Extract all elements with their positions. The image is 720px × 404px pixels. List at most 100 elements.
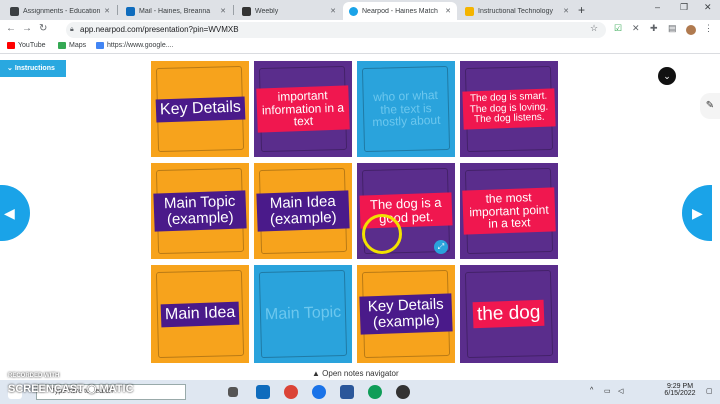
notification-icon[interactable]: ▢ — [706, 387, 713, 395]
clock[interactable]: 9:29 PM 6/15/2022 — [660, 383, 700, 397]
address-bar[interactable]: 🔒︎ app.nearpod.com/presentation?pin=WVMX… — [66, 22, 606, 38]
tab-separator — [233, 5, 234, 15]
clock-time: 9:29 PM — [666, 383, 694, 390]
weebly-favicon-icon — [242, 6, 251, 16]
outlook-favicon-icon — [126, 6, 135, 16]
tab-instructional-technology[interactable]: Instructional Technology ✕ — [459, 2, 575, 20]
match-card[interactable]: the most important point in a text — [460, 163, 558, 259]
next-arrow-icon[interactable]: ▶ — [682, 185, 712, 241]
maximize-button[interactable]: ❐ — [680, 2, 688, 13]
match-card[interactable]: Key Details (example) — [357, 265, 455, 363]
card-label: Main Idea — [160, 301, 240, 327]
match-card[interactable]: the dog — [460, 265, 558, 363]
lock-icon: 🔒︎ — [70, 26, 74, 33]
edge-icon[interactable] — [312, 385, 326, 399]
volume-icon[interactable]: ◁ — [618, 387, 623, 395]
expand-icon[interactable]: ⤢ — [434, 240, 448, 254]
minimize-button[interactable]: – — [655, 2, 660, 12]
assignments-favicon-icon — [10, 6, 19, 16]
card-label: Main Topic — [264, 303, 342, 323]
open-notes-navigator[interactable]: ▲ Open notes navigator — [312, 369, 399, 378]
card-label: Main Topic (example) — [153, 190, 247, 232]
instructions-button[interactable]: ⌄ Instructions — [0, 60, 66, 77]
cursor-highlight-circle — [362, 214, 402, 254]
tab-label: Assignments - Education — [23, 7, 101, 15]
card-label: Key Details (example) — [359, 293, 453, 335]
task-view-icon[interactable] — [228, 387, 238, 397]
match-card[interactable]: Main Idea (example) — [254, 163, 352, 259]
close-tab-icon[interactable]: ✕ — [330, 7, 336, 15]
edit-side-icon[interactable]: ✎ — [700, 93, 720, 119]
screencast-watermark: RECORDED WITH SCREENCAST ◉ MATIC — [8, 373, 134, 397]
maps-pin-icon — [58, 42, 66, 49]
match-card[interactable]: Main Topic (example) — [151, 163, 249, 259]
tab-mail[interactable]: Mail - Haines, Breanna ✕ — [120, 2, 232, 20]
tab-label: Weebly — [255, 7, 279, 15]
chrome-menu-icon[interactable]: ⋮ — [704, 23, 713, 34]
extension-check-icon[interactable]: ☑ — [614, 23, 622, 34]
close-tab-icon[interactable]: ✕ — [104, 7, 110, 15]
screenshot-root: { "tabs": [ {"label": "Assignments - Edu… — [0, 0, 720, 404]
forward-arrow-icon[interactable]: → — [22, 23, 32, 34]
reading-list-icon[interactable]: ▤ — [668, 23, 677, 34]
tab-assignments[interactable]: Assignments - Education ✕ — [4, 2, 116, 20]
card-label: the most important point in a text — [462, 187, 556, 235]
bookmark-label: https://www.google.... — [107, 42, 174, 49]
match-card[interactable]: important information in a text — [254, 61, 352, 157]
word-icon[interactable] — [340, 385, 354, 399]
previous-arrow-icon[interactable]: ◀ — [0, 185, 30, 241]
reload-icon[interactable]: ↻ — [39, 23, 47, 34]
profile-avatar[interactable] — [686, 25, 696, 35]
extensions-puzzle-icon[interactable]: ✚ — [650, 23, 658, 34]
bookmarks-bar: YouTube Maps https://www.google.... — [0, 40, 720, 54]
google-icon — [96, 42, 104, 49]
back-arrow-icon[interactable]: ← — [6, 23, 16, 34]
close-window-button[interactable]: ✕ — [704, 2, 712, 13]
bookmark-maps[interactable]: Maps — [58, 42, 86, 49]
clock-date: 6/15/2022 — [664, 390, 696, 397]
bookmark-label: Maps — [69, 42, 87, 49]
close-tab-icon[interactable]: ✕ — [445, 7, 451, 15]
close-tab-icon[interactable]: ✕ — [220, 7, 226, 15]
chrome-profile-icon[interactable] — [368, 385, 382, 399]
screencast-icon[interactable] — [396, 385, 410, 399]
match-card[interactable]: Main Topic — [254, 265, 352, 363]
instructions-label: Instructions — [14, 65, 55, 72]
card-label: important information in a text — [256, 85, 350, 133]
bookmark-google[interactable]: https://www.google.... — [96, 42, 174, 49]
match-card[interactable]: Key Details — [151, 61, 249, 157]
slides-favicon-icon — [465, 6, 474, 16]
match-card[interactable]: Main Idea — [151, 265, 249, 363]
outlook-icon[interactable] — [256, 385, 270, 399]
tab-label: Instructional Technology — [478, 7, 553, 15]
url-text: app.nearpod.com/presentation?pin=WVMXB — [80, 25, 239, 34]
watermark-line1: RECORDED WITH — [8, 373, 60, 379]
tab-label: Nearpod - Haines Match — [362, 7, 438, 15]
new-tab-button[interactable]: + — [578, 3, 585, 17]
card-label: Key Details — [155, 96, 245, 122]
card-label: the dog — [472, 299, 546, 329]
tray-arrow-icon[interactable]: ^ — [590, 387, 593, 394]
card-label: Main Idea (example) — [256, 190, 350, 232]
card-label: who or what the text is mostly about — [372, 87, 441, 130]
tab-weebly[interactable]: Weebly ✕ — [236, 2, 342, 20]
close-tab-icon[interactable]: ✕ — [563, 7, 569, 15]
tab-nearpod[interactable]: Nearpod - Haines Match ✕ — [343, 2, 457, 20]
mute-icon[interactable]: ✕ — [632, 23, 640, 34]
nearpod-favicon-icon — [349, 6, 358, 16]
match-card[interactable]: who or what the text is mostly about — [357, 61, 455, 157]
bookmark-star-icon[interactable]: ☆ — [590, 23, 598, 34]
network-icon[interactable]: ▭ — [604, 387, 611, 395]
tab-label: Mail - Haines, Breanna — [139, 7, 211, 15]
youtube-icon — [7, 42, 15, 49]
nearpod-activity-area: ⌄ Instructions ⌄ ✎ ◀ ▶ Key Details import… — [0, 55, 720, 367]
tab-separator — [117, 5, 118, 15]
watermark-line2: SCREENCAST ◉ MATIC — [8, 383, 134, 395]
chevron-down-icon: ⌄ — [7, 65, 15, 72]
bookmark-youtube[interactable]: YouTube — [7, 42, 46, 49]
match-card[interactable]: The dog is smart. The dog is loving. The… — [460, 61, 558, 157]
card-label: The dog is smart. The dog is loving. The… — [462, 88, 556, 130]
bookmark-label: YouTube — [18, 42, 46, 49]
chrome-icon[interactable] — [284, 385, 298, 399]
chevron-down-icon[interactable]: ⌄ — [658, 67, 676, 85]
